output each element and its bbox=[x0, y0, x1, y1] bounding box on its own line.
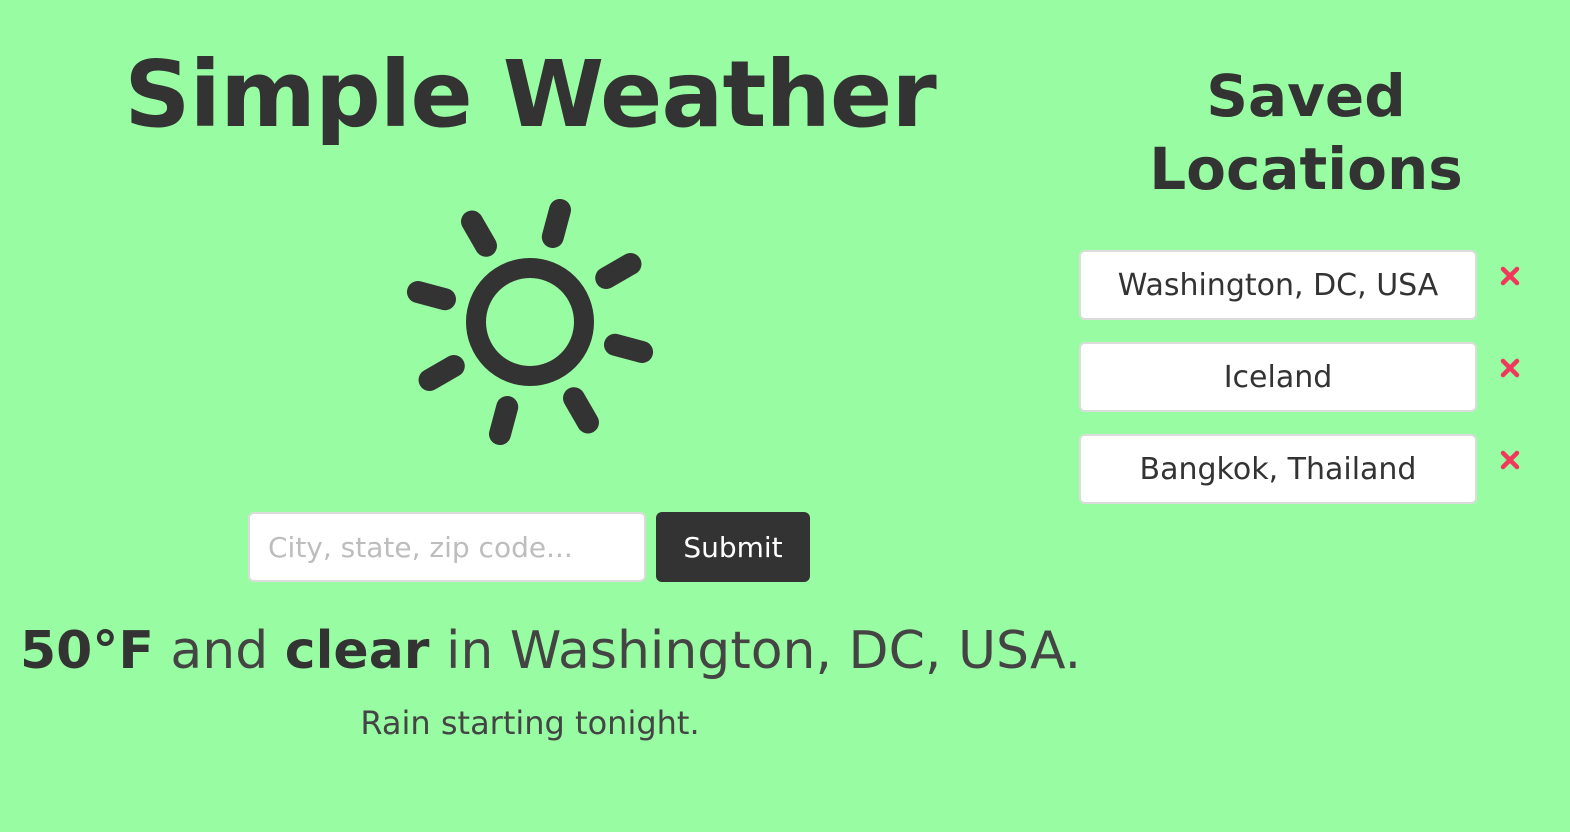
sun-ray bbox=[418, 355, 465, 391]
close-icon[interactable] bbox=[1495, 445, 1525, 475]
sun-ray bbox=[604, 333, 654, 364]
location-text: in Washington, DC, USA. bbox=[429, 621, 1082, 681]
search-form: Submit bbox=[248, 512, 810, 582]
saved-locations-list: Washington, DC, USA Iceland Bangkok, Tha… bbox=[1079, 250, 1549, 526]
saved-locations-title: Saved Locations bbox=[1149, 62, 1463, 203]
weather-app: Simple Weather Submit 50°F and clear in … bbox=[0, 0, 1570, 832]
sun-ray bbox=[563, 387, 599, 434]
sun-ray bbox=[406, 280, 456, 311]
saved-location-item: Washington, DC, USA bbox=[1079, 250, 1549, 320]
saved-location-button[interactable]: Washington, DC, USA bbox=[1079, 250, 1477, 320]
sun-ray bbox=[461, 210, 497, 257]
sun-ray bbox=[541, 198, 572, 248]
submit-button[interactable]: Submit bbox=[656, 512, 810, 582]
sun-icon bbox=[406, 198, 654, 446]
close-icon[interactable] bbox=[1495, 353, 1525, 383]
close-icon[interactable] bbox=[1495, 261, 1525, 291]
saved-location-button[interactable]: Iceland bbox=[1079, 342, 1477, 412]
summary-connector: and bbox=[153, 621, 285, 681]
weather-summary: 50°F and clear in Washington, DC, USA. bbox=[20, 620, 1081, 682]
saved-location-item: Iceland bbox=[1079, 342, 1549, 412]
temperature-value: 50°F bbox=[20, 621, 154, 681]
forecast-text: Rain starting tonight. bbox=[360, 704, 700, 742]
condition-value: clear bbox=[284, 621, 430, 681]
sun-ray bbox=[488, 396, 519, 446]
saved-location-item: Bangkok, Thailand bbox=[1079, 434, 1549, 504]
search-input[interactable] bbox=[248, 512, 646, 582]
app-title: Simple Weather bbox=[124, 41, 936, 148]
sun-ray bbox=[595, 253, 642, 289]
saved-location-button[interactable]: Bangkok, Thailand bbox=[1079, 434, 1477, 504]
